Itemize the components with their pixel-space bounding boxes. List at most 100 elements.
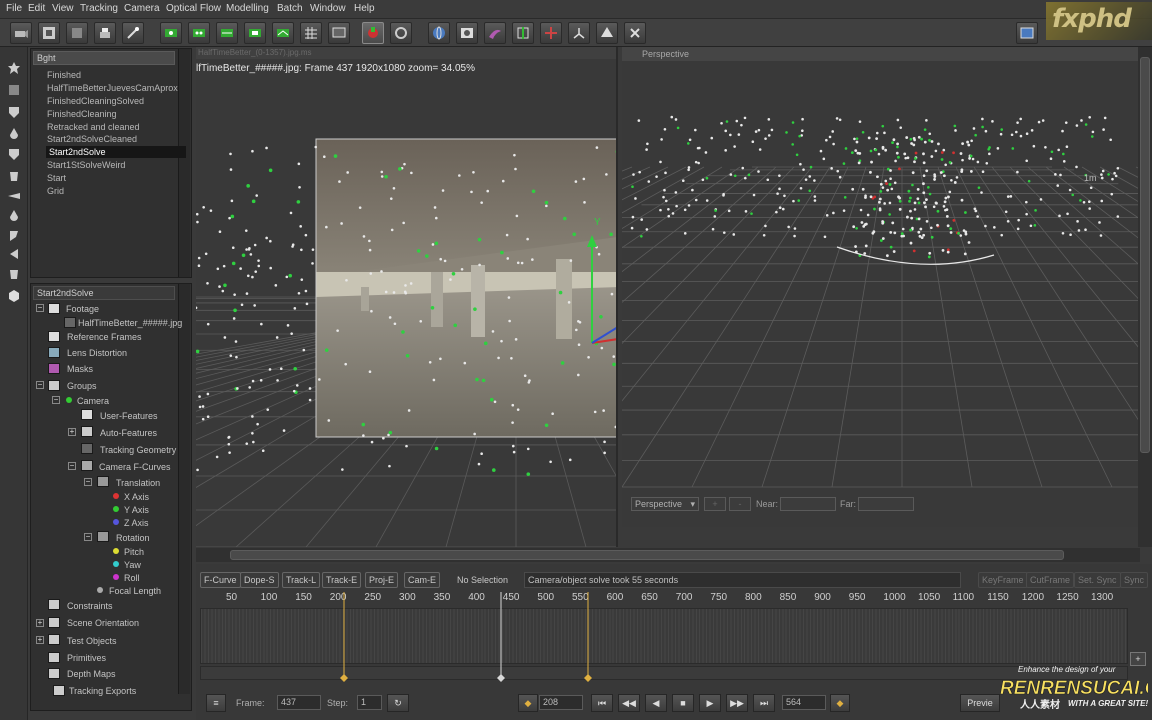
lens-tool-button[interactable]	[456, 22, 478, 44]
perspective-viewport[interactable]: Perspective 1m Perspective ▾ + - Near: Fa…	[622, 47, 1138, 527]
menu-view[interactable]: View	[52, 3, 74, 14]
track-l-button[interactable]: Track-L	[282, 572, 321, 588]
menu-file[interactable]: File	[6, 3, 22, 14]
tree-camera[interactable]: Camera	[77, 395, 109, 407]
tree-y-axis[interactable]: Y Axis	[124, 504, 149, 516]
cam-e-button[interactable]: Cam-E	[404, 572, 441, 588]
vertical-scrollbar[interactable]	[1138, 47, 1152, 547]
tree-groups[interactable]: Groups	[67, 380, 97, 392]
camera-tool-button[interactable]	[10, 22, 32, 44]
list-item[interactable]: HalfTimeBetterJuevesCamAprox	[47, 82, 178, 94]
tree-scene-orientation[interactable]: Scene Orientation	[67, 617, 139, 629]
loop-button[interactable]: ↻	[387, 694, 409, 712]
refresh-tool-button[interactable]	[390, 22, 412, 44]
expand-toggle[interactable]: +	[68, 428, 76, 436]
expand-toggle[interactable]: −	[36, 304, 44, 312]
dope-sheet-button[interactable]: Dope-S	[240, 572, 279, 588]
tree-footage[interactable]: Footage	[66, 303, 99, 315]
tree-auto-features[interactable]: Auto-Features	[100, 427, 157, 439]
plane-icon[interactable]	[6, 189, 22, 203]
expand-toggle[interactable]: −	[84, 478, 92, 486]
shield-icon[interactable]	[6, 147, 22, 161]
tree-masks[interactable]: Masks	[67, 363, 93, 375]
play-backward-button[interactable]: ◀	[645, 694, 667, 712]
export-tool-button[interactable]	[624, 22, 646, 44]
menu-batch[interactable]: Batch	[277, 3, 303, 14]
hexagon-icon[interactable]	[6, 289, 22, 303]
step-back-button[interactable]: ◀◀	[618, 694, 640, 712]
vertical-scroll-thumb[interactable]	[1140, 57, 1150, 453]
menu-window[interactable]: Window	[310, 3, 346, 14]
end-frame-input[interactable]: 564	[782, 695, 826, 710]
set-start-button[interactable]: ◆	[518, 694, 538, 712]
tree-camera-fcurves[interactable]: Camera F-Curves	[99, 461, 171, 473]
list-item[interactable]: Start	[47, 172, 66, 184]
zoom-in-button[interactable]: +	[704, 497, 726, 511]
list-item[interactable]: FinishedCleaning	[47, 108, 117, 120]
menu-help[interactable]: Help	[354, 3, 375, 14]
globe-tool-button[interactable]	[428, 22, 450, 44]
list-item[interactable]: Finished	[47, 69, 81, 81]
track-tool-3[interactable]	[216, 22, 238, 44]
wand-tool-button[interactable]	[122, 22, 144, 44]
list-scrollbar[interactable]	[178, 49, 190, 277]
keyframe-row[interactable]	[200, 666, 1128, 680]
triangle-icon[interactable]	[6, 247, 22, 261]
star-icon[interactable]	[6, 61, 22, 75]
tree-focal-length[interactable]: Focal Length	[109, 585, 161, 597]
list-item[interactable]: FinishedCleaningSolved	[47, 95, 144, 107]
timeline-menu-button[interactable]: ≡	[206, 694, 226, 712]
drop-icon[interactable]	[6, 209, 22, 223]
tree-footage-file[interactable]: HalfTimeBetter_#####.jpg	[78, 317, 182, 329]
project-list-header[interactable]: Bght	[33, 51, 175, 65]
expand-toggle[interactable]: −	[52, 396, 60, 404]
track-tool-4[interactable]	[244, 22, 266, 44]
expand-toggle[interactable]: −	[68, 462, 76, 470]
tree-primitives[interactable]: Primitives	[67, 652, 106, 664]
print-tool-button[interactable]	[94, 22, 116, 44]
expand-toggle[interactable]: −	[84, 533, 92, 541]
tree-roll[interactable]: Roll	[124, 572, 140, 584]
mask-tool-button[interactable]	[484, 22, 506, 44]
frame-input[interactable]: 437	[277, 695, 321, 710]
step-input[interactable]: 1	[357, 695, 382, 710]
set-sync-button[interactable]: Set. Sync	[1074, 572, 1121, 588]
solve-tool-button[interactable]	[362, 22, 384, 44]
far-input[interactable]	[858, 497, 914, 511]
track-tool-2[interactable]	[188, 22, 210, 44]
tree-test-objects[interactable]: Test Objects	[67, 635, 117, 647]
proj-e-button[interactable]: Proj-E	[365, 572, 399, 588]
expand-toggle[interactable]: +	[36, 636, 44, 644]
list-item[interactable]: Start2ndSolveCleaned	[47, 133, 137, 145]
display-tool-button[interactable]	[328, 22, 350, 44]
start-frame-input[interactable]: 208	[539, 695, 583, 710]
bucket-icon[interactable]	[6, 267, 22, 281]
menu-optical-flow[interactable]: Optical Flow	[166, 3, 221, 14]
cube-icon[interactable]	[6, 83, 22, 97]
view-mode-dropdown[interactable]: Perspective ▾	[631, 497, 699, 511]
menu-modelling[interactable]: Modelling	[226, 3, 269, 14]
zoom-out-button[interactable]: -	[729, 497, 751, 511]
step-forward-button[interactable]: ▶▶	[726, 694, 748, 712]
bucket-icon[interactable]	[6, 169, 22, 183]
menu-tracking[interactable]: Tracking	[80, 3, 118, 14]
list-item-selected[interactable]: Start2ndSolve	[46, 146, 186, 158]
orient-tool-button[interactable]	[568, 22, 590, 44]
tree-tracking-exports[interactable]: Tracking Exports	[69, 685, 136, 697]
fcurve-button[interactable]: F-Curve	[200, 572, 241, 588]
sync-button[interactable]: Sync	[1120, 572, 1149, 588]
timeline-track[interactable]	[200, 608, 1128, 664]
tree-yaw[interactable]: Yaw	[124, 559, 141, 571]
tree-translation[interactable]: Translation	[116, 477, 160, 489]
keyframe-button[interactable]: KeyFrame	[978, 572, 1028, 588]
set-end-button[interactable]: ◆	[830, 694, 850, 712]
near-input[interactable]	[780, 497, 836, 511]
clip-tool-button[interactable]	[66, 22, 88, 44]
preview-button[interactable]: Previe	[960, 694, 1000, 712]
tree-pitch[interactable]: Pitch	[124, 546, 144, 558]
play-button[interactable]: ▶	[699, 694, 721, 712]
track-e-button[interactable]: Track-E	[322, 572, 362, 588]
frame-ruler[interactable]: 50 100 150 200 250 300 350 400 450 500 550 600 650 70…	[200, 590, 1128, 606]
constraint-tool-button[interactable]	[540, 22, 562, 44]
tree-x-axis[interactable]: X Axis	[124, 491, 149, 503]
